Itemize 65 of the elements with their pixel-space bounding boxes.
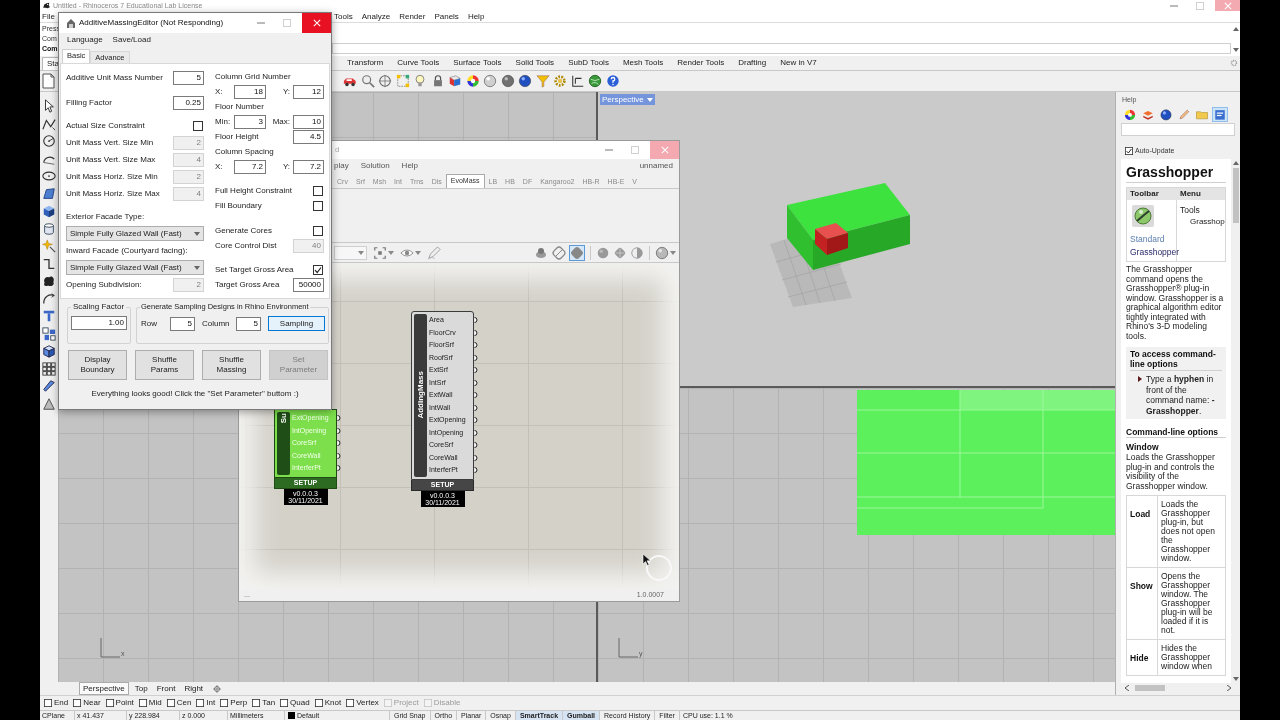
osnap-label: Near: [83, 698, 101, 708]
option-name: Show: [1130, 581, 1153, 591]
field-label: Unit Mass Horiz. Size Min: [66, 171, 158, 182]
osnap-label: Project: [393, 698, 419, 708]
field-label: Y:: [282, 161, 290, 172]
field-label: Full Height Constraint: [215, 186, 292, 197]
osnap-label: Disable: [433, 698, 461, 708]
option-description: Hides the Grasshopper window when: [1161, 644, 1214, 671]
field-label: Additive Unit Mass Number: [66, 72, 163, 83]
field-label: Floor Number: [215, 101, 264, 112]
osnap-label: Knot: [324, 698, 342, 708]
column-header: Toolbar: [1129, 188, 1160, 200]
option-name: Load: [1130, 509, 1151, 519]
osnap-label: Quad: [290, 698, 310, 708]
osnap-label: End: [54, 698, 69, 708]
document-name: unnamed: [639, 161, 673, 171]
help-paragraph: Loads the Grasshopper plug-in and controls the visibility of the Grasshopper window.: [1126, 453, 1216, 491]
field-label: Column: [202, 318, 231, 329]
field-label: Opening Subdivision:: [66, 279, 142, 290]
column-header: Menu: [1179, 188, 1201, 200]
note-title: To access command-line options: [1130, 350, 1223, 371]
subsection-title: Window: [1126, 442, 1160, 452]
osnap-label: Vertex: [356, 698, 379, 708]
note-text: Type a hyphen in front of the command name: -Grasshopper.: [1146, 374, 1216, 416]
component-name: AddingMass: [415, 371, 426, 420]
option-name: Hide: [1130, 653, 1149, 663]
field-label: Exterior Facade Type:: [66, 211, 145, 222]
help-heading: Grasshopper: [1126, 164, 1227, 183]
dialog-title: AdditiveMassingEditor (Not Responding): [79, 18, 224, 28]
status-message: Everything looks good! Click the "Set Parameter" buttom :): [91, 389, 299, 399]
field-label: Fill Boundary: [215, 201, 262, 212]
field-label: Inward Facade (Courtyard facing):: [66, 245, 188, 256]
field-label: X:: [215, 161, 223, 172]
field-label: Filling Factor: [66, 97, 112, 108]
osnap-label: Int: [206, 698, 216, 708]
osnap-label: Perp: [230, 698, 248, 708]
option-description: Opens the Grasshopper window. The Grasshopper plug-in will be loaded if it is not.: [1161, 572, 1214, 635]
osnap-label: Tan: [262, 698, 276, 708]
field-label: Min:: [215, 116, 231, 127]
field-label: Column Spacing: [215, 146, 274, 157]
field-label: Unit Mass Vert. Size Min: [66, 137, 154, 148]
field-label: Core Control Dist: [215, 240, 277, 251]
osnap-label: Mid: [148, 698, 162, 708]
group-title: Scaling Factor: [72, 302, 126, 312]
field-label: Unit Mass Vert. Size Max: [66, 154, 156, 165]
component-name: Su: [278, 413, 289, 424]
field-label: Generate Cores: [215, 225, 272, 236]
help-paragraph: The Grasshopper command opens the Grasshopper® plug-in window. Grasshopper is a graphical algorithm editor tightly integrated with Rhino's 3-D modeling tools.: [1126, 265, 1225, 341]
field-label: Set Target Gross Area: [215, 265, 294, 276]
option-description: Loads the Grasshopper plug-in, but does not open the Grasshopper window.: [1161, 500, 1216, 563]
field-label: Column Grid Number: [215, 71, 291, 82]
field-label: Max:: [272, 116, 290, 127]
field-label: X:: [215, 86, 223, 97]
menu-path-item: Grasshop: [1189, 216, 1225, 228]
osnap-label: Point: [115, 698, 134, 708]
menu-path-item: Tools: [1180, 204, 1200, 216]
osnap-label: Cen: [176, 698, 192, 708]
field-label: Y:: [282, 86, 290, 97]
section-title: Command-line options: [1126, 427, 1227, 438]
field-label: Floor Height: [215, 131, 259, 142]
field-label: Unit Mass Horiz. Size Max: [66, 188, 160, 199]
field-label: Row: [141, 318, 158, 329]
field-label: Actual Size Constraint: [66, 120, 145, 131]
field-label: Target Gross Area: [215, 280, 280, 291]
window-title: d: [335, 145, 340, 155]
